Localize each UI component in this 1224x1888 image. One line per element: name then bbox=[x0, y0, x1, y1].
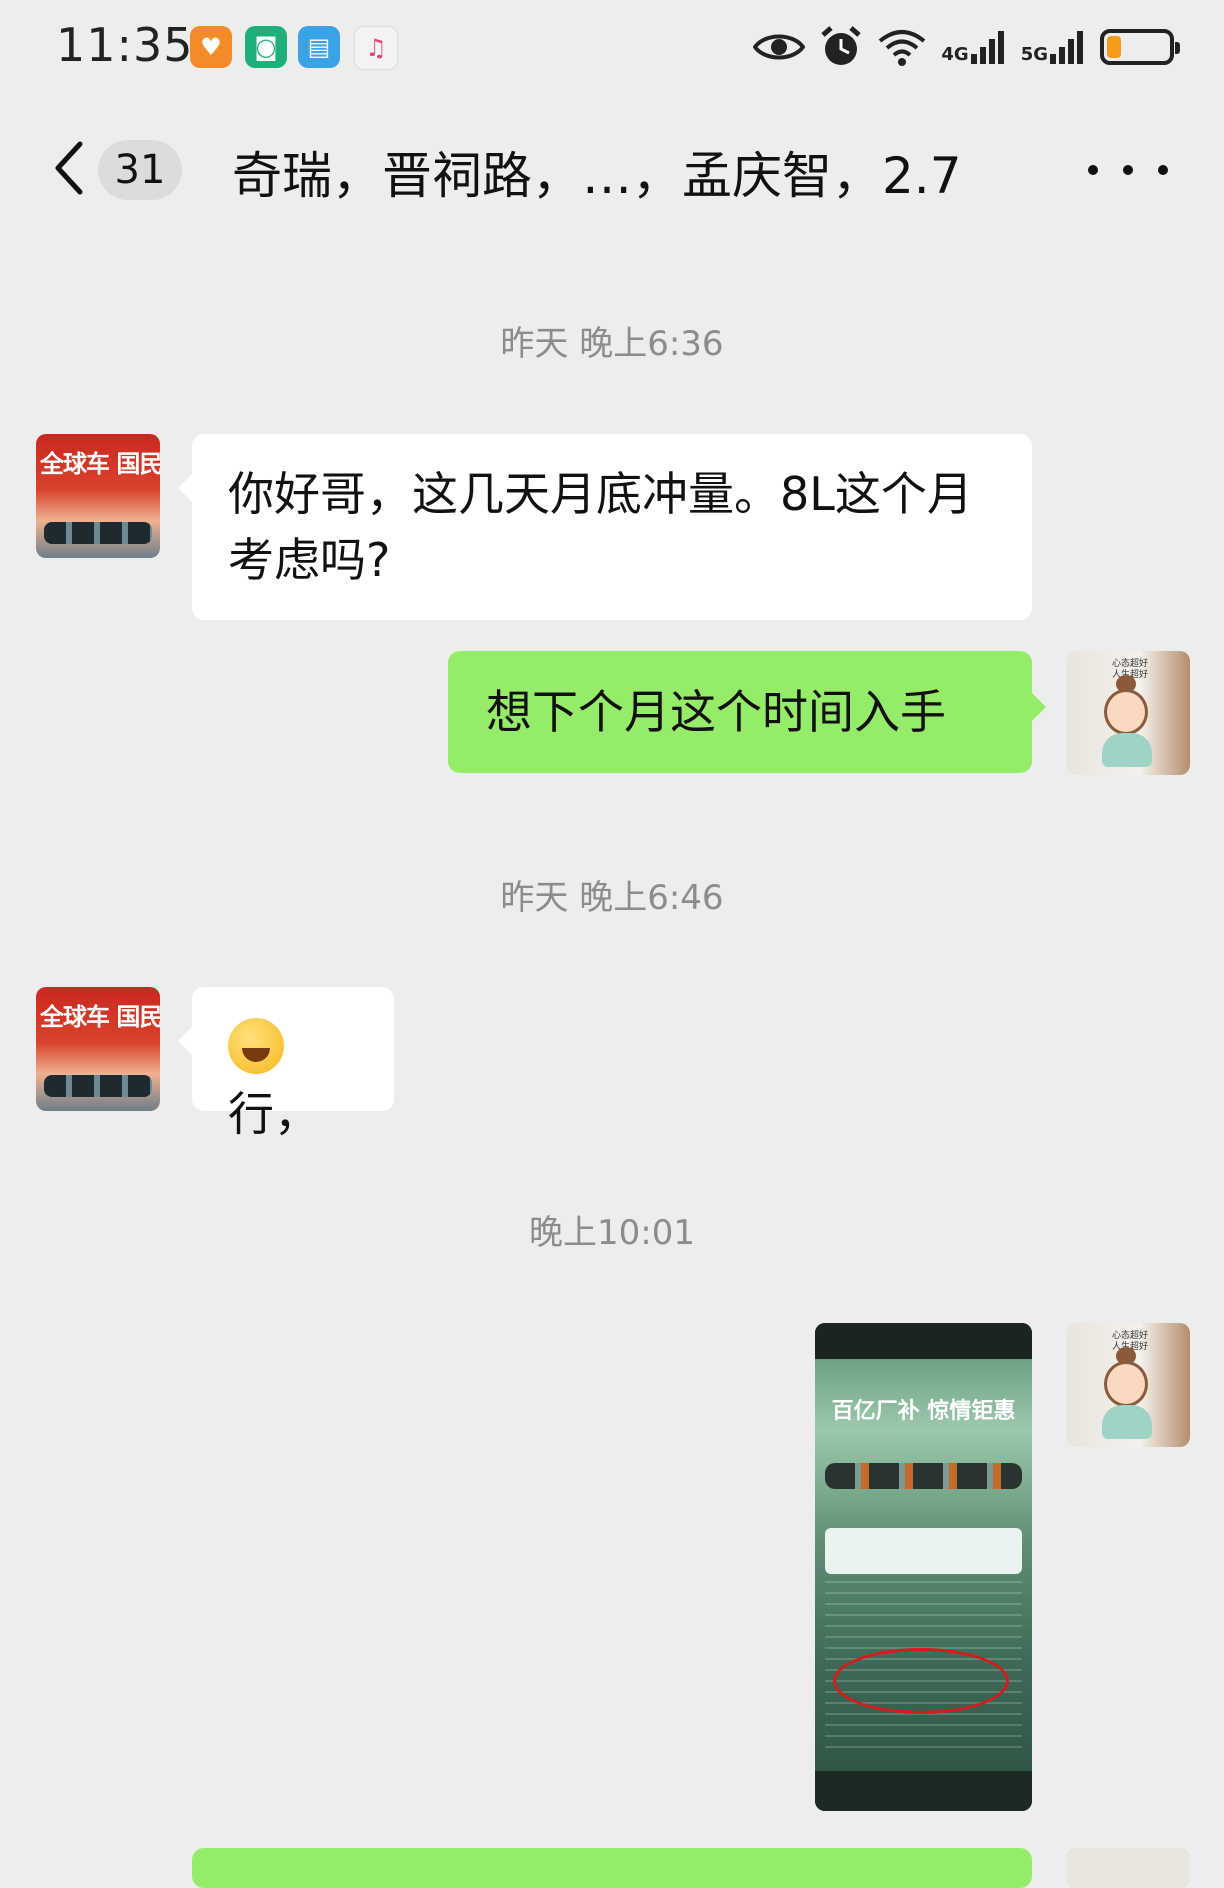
back-button[interactable] bbox=[44, 138, 94, 198]
status-time: 11:35 bbox=[56, 18, 194, 72]
image-thumbnail-heading: 百亿厂补 惊情钜惠 bbox=[831, 1399, 1016, 1424]
car-dealer-avatar-image: 全球车 国民行 bbox=[36, 434, 160, 558]
more-options-button[interactable] bbox=[1088, 150, 1168, 190]
battery-level bbox=[1107, 36, 1121, 58]
more-dot-icon bbox=[1088, 165, 1098, 175]
image-thumbnail-cars bbox=[825, 1463, 1022, 1489]
chevron-left-icon bbox=[55, 141, 83, 195]
car-dealer-avatar-image: 全球车 国民行 bbox=[36, 987, 160, 1111]
chat-header: 31 奇瑞，晋祠路，…，孟庆智，2.7 bbox=[0, 110, 1224, 230]
shopping-app-icon: ♥ bbox=[190, 26, 232, 68]
more-dot-icon bbox=[1123, 165, 1133, 175]
battery-icon bbox=[1100, 29, 1180, 65]
message-text: 想下个月这个时间入手 bbox=[486, 685, 946, 739]
chat-title: 奇瑞，晋祠路，…，孟庆智，2.7 bbox=[232, 147, 962, 205]
incoming-message-bubble[interactable]: 行， bbox=[178, 987, 394, 1141]
image-thumbnail-banner bbox=[825, 1528, 1022, 1574]
status-icons: 4G 5G bbox=[753, 22, 1180, 72]
alarm-icon bbox=[821, 26, 862, 65]
outgoing-message-bubble[interactable]: 想下个月这个时间入手 bbox=[448, 651, 1046, 773]
more-dot-icon bbox=[1158, 165, 1168, 175]
reader-app-icon: ▤ bbox=[298, 26, 340, 68]
message-timestamp: 昨天 晚上6:36 bbox=[500, 324, 724, 364]
crying-laughing-emoji-icon bbox=[228, 1018, 284, 1074]
car-dealer-avatar[interactable]: 全球车 国民行 bbox=[36, 434, 160, 558]
user-avatar[interactable]: 心态超好人生超好 bbox=[1066, 651, 1190, 775]
message-timestamp: 晚上10:01 bbox=[529, 1213, 695, 1253]
smart-home-app-icon: ◙ bbox=[245, 26, 287, 68]
cellular-5g-signal: 5G bbox=[1021, 30, 1086, 64]
message-text: 行， bbox=[228, 1087, 320, 1141]
network-5g-label: 5G bbox=[1020, 44, 1048, 65]
signal-bars-icon bbox=[970, 31, 1004, 64]
user-avatar-partial[interactable] bbox=[1066, 1848, 1190, 1888]
user-avatar-image: 心态超好人生超好 bbox=[1066, 1323, 1190, 1447]
message-timestamp: 昨天 晚上6:46 bbox=[500, 878, 724, 918]
image-thumbnail-bottom-bar bbox=[815, 1771, 1032, 1811]
car-dealer-avatar[interactable]: 全球车 国民行 bbox=[36, 987, 160, 1111]
music-app-icon: ♫ bbox=[354, 26, 398, 70]
status-bar: 11:35 ♥ ◙ ▤ ♫ 4G 5G bbox=[0, 0, 1224, 96]
wifi-icon bbox=[879, 30, 926, 66]
signal-bars-icon bbox=[1050, 31, 1083, 64]
user-avatar[interactable]: 心态超好人生超好 bbox=[1066, 1323, 1190, 1447]
cellular-4g-signal: 4G bbox=[941, 30, 1006, 64]
outgoing-message-bubble-partial[interactable] bbox=[192, 1848, 1032, 1888]
unread-count-badge[interactable]: 31 bbox=[98, 140, 182, 200]
message-text: 你好哥，这几天月底冲量。8L这个月考虑吗? bbox=[228, 467, 973, 587]
incoming-message-bubble[interactable]: 你好哥，这几天月底冲量。8L这个月考虑吗? bbox=[178, 434, 1032, 620]
image-thumbnail-topbar bbox=[815, 1323, 1032, 1359]
eye-icon bbox=[753, 34, 806, 60]
user-avatar-image: 心态超好人生超好 bbox=[1066, 651, 1190, 775]
image-message-thumbnail[interactable]: 百亿厂补 惊情钜惠 bbox=[815, 1323, 1032, 1811]
image-thumbnail-red-circle bbox=[833, 1648, 1009, 1714]
network-4g-label: 4G bbox=[941, 44, 969, 65]
